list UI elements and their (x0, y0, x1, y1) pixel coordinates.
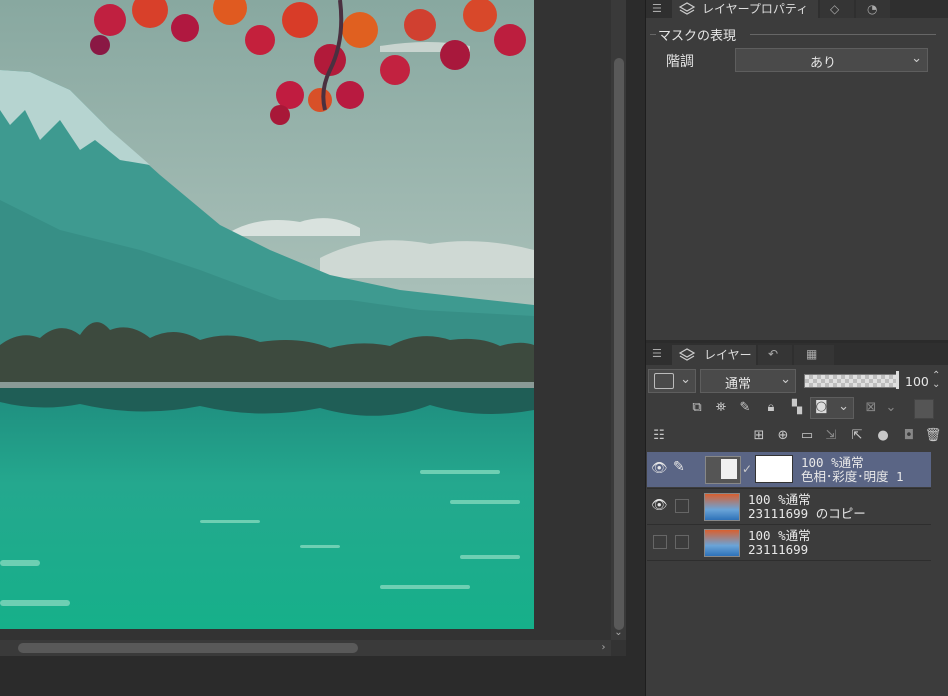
film-icon: ▦ (806, 347, 818, 361)
shoreline (0, 382, 534, 388)
vertical-scroll-thumb[interactable] (614, 58, 624, 630)
lighthouse-icon[interactable]: ⛯ (712, 399, 730, 417)
color-icon: ◔ (867, 2, 878, 16)
horizontal-scroll-thumb[interactable] (18, 643, 358, 653)
tab-history[interactable]: ↶ (758, 345, 792, 365)
layer-name: 23111699 (748, 542, 809, 557)
tab-label: レイヤー (704, 348, 752, 362)
ruler-range-icon[interactable]: ⊠ (862, 399, 880, 417)
chevron-down-icon: ⌄ (838, 399, 849, 414)
opacity-slider-handle[interactable] (896, 371, 899, 389)
layer-property-panel: ☰ レイヤープロパティ ◇ ◔ マスクの表現 階調 あり ⌄ (646, 0, 948, 340)
section-line (750, 34, 936, 35)
panel-menu-icon[interactable]: ☰ (652, 0, 662, 18)
layer-row[interactable]: 👁︎ ✎ ✓ 100 %通常 色相･彩度･明度 1 (647, 452, 931, 487)
draft-layer-icon[interactable]: ✎ (736, 399, 754, 417)
section-line (650, 34, 656, 35)
opacity-value[interactable]: 100 (905, 374, 929, 389)
pen-icon[interactable]: ✎ (673, 459, 691, 477)
panel-divider[interactable] (626, 0, 646, 696)
mask-toggle-dropdown[interactable]: ◙ ⌄ (810, 397, 854, 419)
new-vector-layer-icon[interactable]: ⊕ (774, 427, 792, 445)
trash-icon[interactable]: 🗑︎ (924, 427, 942, 445)
lake (0, 388, 534, 629)
eye-icon[interactable]: 👁︎ (651, 461, 668, 476)
image-thumbnail[interactable] (704, 529, 740, 557)
scroll-down-icon[interactable]: ⌄ (611, 625, 626, 640)
apply-mask-icon[interactable]: ◘ (900, 427, 918, 445)
gradation-dropdown[interactable]: あり ⌄ (735, 48, 928, 72)
adjustment-icon (721, 459, 737, 479)
artwork-canvas[interactable] (0, 0, 534, 629)
layer-list-icon[interactable]: ☷ (650, 427, 668, 445)
layer-name: 23111699 のコピー (748, 506, 866, 521)
gradation-label: 階調 (666, 54, 694, 70)
layers-icon: ◇ (830, 2, 840, 16)
mask-thumbnail[interactable] (755, 455, 793, 483)
layer-opacity-mode: 100 %通常 (748, 492, 811, 507)
eye-icon[interactable]: 👁︎ (651, 498, 668, 513)
combine-layer-icon[interactable]: ⇱ (848, 427, 866, 445)
tab-label: レイヤープロパティ (702, 2, 809, 16)
new-folder-icon[interactable]: ▭ (798, 427, 816, 445)
transfer-down-icon[interactable]: ⇲ (822, 427, 840, 445)
panel-menu-icon[interactable]: ☰ (652, 345, 662, 363)
image-thumbnail[interactable] (704, 493, 740, 521)
opacity-stepper[interactable]: ⌃ ⌄ (932, 371, 940, 390)
layer-mask-icon[interactable]: ● (874, 427, 892, 445)
layer-name: 色相･彩度･明度 1 (801, 469, 904, 484)
visibility-box[interactable] (653, 535, 667, 549)
edit-target-box[interactable] (675, 499, 689, 513)
edit-target-box[interactable] (675, 535, 689, 549)
gradation-value: あり (810, 56, 837, 71)
adjustment-thumbnail[interactable] (705, 456, 741, 484)
reference-layer-icon[interactable]: ⧉ (688, 399, 706, 417)
opacity-slider[interactable] (804, 374, 898, 388)
lock-transparency-icon[interactable]: ▚ (788, 399, 806, 417)
layers-icon (678, 348, 696, 361)
chevron-down-icon[interactable]: ⌄ (882, 399, 900, 417)
layer-row[interactable]: 👁︎ 100 %通常 23111699 のコピー (647, 488, 931, 524)
status-area (0, 656, 646, 696)
layer-color-button[interactable] (914, 399, 934, 419)
tab-layer-property[interactable]: レイヤープロパティ (672, 0, 818, 18)
tab-layer[interactable]: レイヤー (672, 345, 756, 365)
chevron-down-icon: ⌄ (911, 51, 922, 66)
blend-mode-value: 通常 (725, 377, 752, 392)
tab-animation[interactable]: ▦ (794, 345, 834, 365)
chevron-down-icon: ⌄ (680, 372, 691, 387)
mask-expression-heading: マスクの表現 (658, 29, 737, 44)
layer-color-swatch (654, 373, 674, 389)
check-icon: ✓ (742, 462, 753, 476)
blend-mode-dropdown[interactable]: 通常 ⌄ (700, 369, 796, 393)
canvas-area[interactable] (0, 0, 626, 656)
scroll-right-icon[interactable]: › (596, 640, 611, 656)
layer-opacity-mode: 100 %通常 (748, 528, 811, 543)
new-raster-layer-icon[interactable]: ⊞ (750, 427, 768, 445)
lock-icon[interactable]: 🔒︎ (762, 399, 780, 417)
layer-color-dropdown[interactable]: ⌄ (648, 369, 696, 393)
chevron-down-icon: ⌄ (780, 372, 791, 387)
tab-color[interactable]: ◔ (856, 0, 890, 18)
tab-layer-search[interactable]: ◇ (820, 0, 854, 18)
cloud (320, 240, 534, 278)
layer-row[interactable]: 100 %通常 23111699 (647, 524, 931, 561)
mask-icon: ◙ (815, 399, 828, 414)
layer-property-icon (678, 2, 696, 15)
history-icon: ↶ (768, 347, 779, 361)
layer-opacity-mode: 100 %通常 (801, 455, 864, 470)
